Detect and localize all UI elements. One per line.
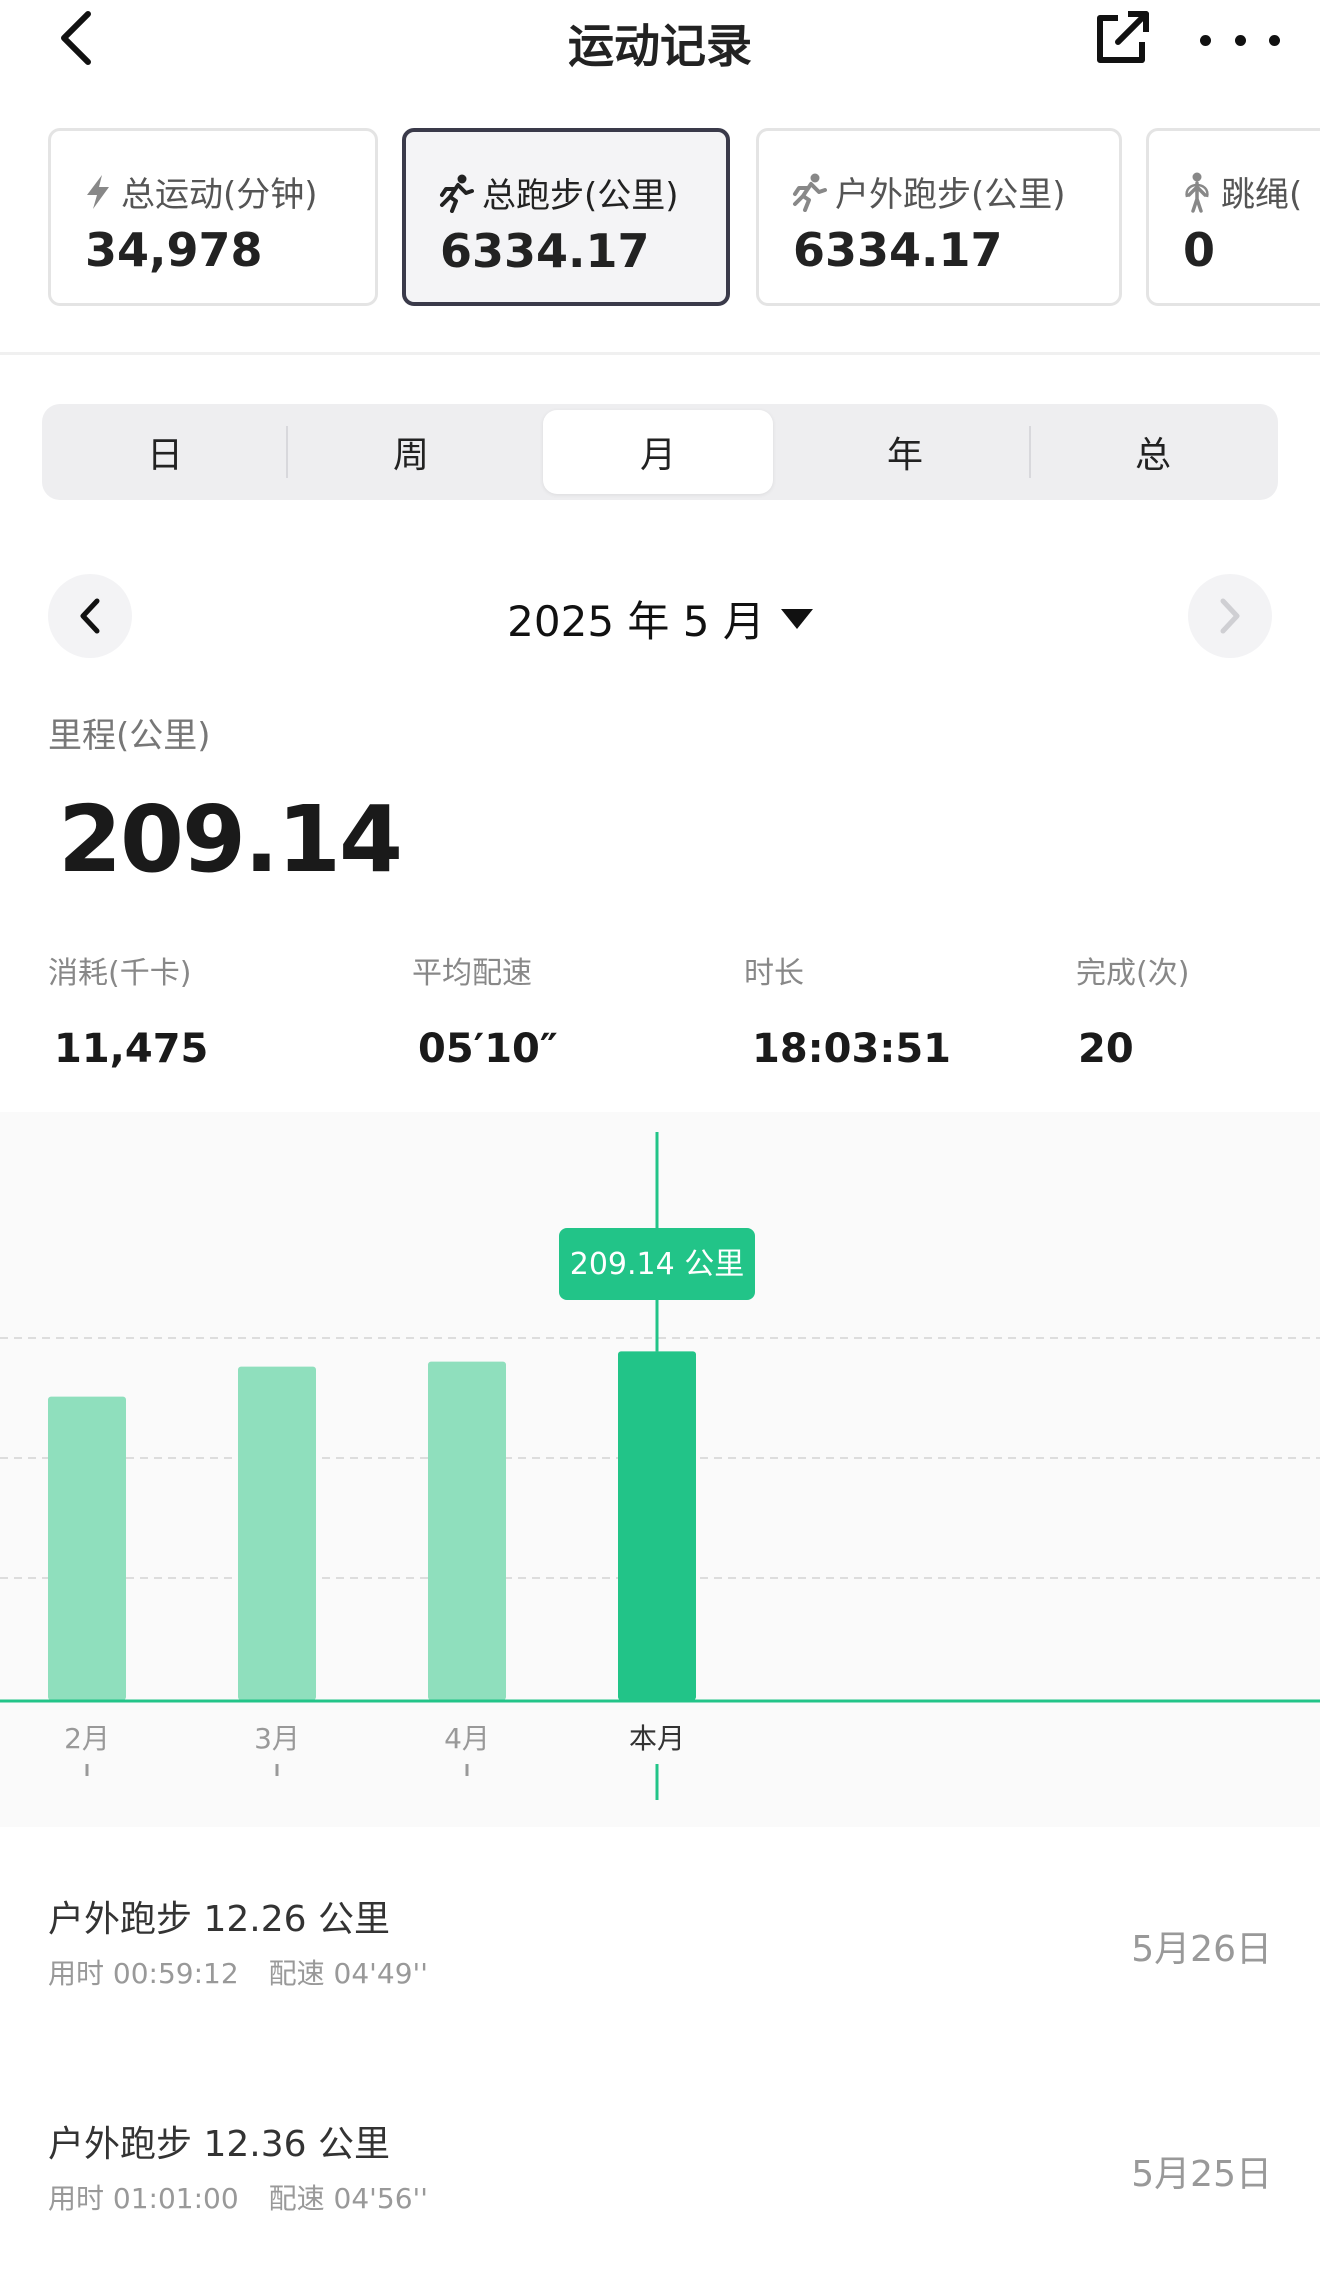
chart-bar [48,1396,126,1700]
more-dot [1269,34,1280,46]
activity-subtitle: 用时 01:01:00 配速 04'56'' [48,2177,428,2217]
card-value: 6334.17 [440,224,650,278]
month-picker[interactable]: 2025 年 5 月 [0,588,1320,649]
segment-separator [1029,426,1031,478]
activity-title: 户外跑步 12.26 公里 [48,1899,390,1940]
chart-bar [428,1361,506,1700]
stat-label: 消耗(千卡) [48,956,192,991]
x-tick-label: 本月 [629,1722,685,1755]
stat-avg-pace: 平均配速 05′10″ [412,948,558,1072]
card-label: 总运动(分钟) [83,167,318,216]
tooltip-label: 209.14 公里 [570,1247,745,1282]
lightning-icon [87,174,109,209]
chart-bar [238,1366,316,1700]
more-button[interactable] [1200,8,1280,72]
activity-date: 5月25日 [1131,2154,1272,2195]
tab-week[interactable]: 周 [296,410,526,494]
card-total-exercise[interactable]: 总运动(分钟) 34,978 [48,128,378,306]
activity-item[interactable]: 户外跑步 12.36 公里 用时 01:01:00 配速 04'56'' 5月25… [0,2115,1320,2265]
tab-total[interactable]: 总 [1038,410,1268,494]
stat-value: 20 [1078,1026,1134,1072]
stat-label: 时长 [744,956,804,991]
month-picker-label: 2025 年 5 月 [507,597,765,646]
section-divider [0,352,1320,355]
summary-cards: 总运动(分钟) 34,978 总跑步(公里) 6334.17 户外跑步(公里) … [48,128,1320,308]
x-tick-label: 2月 [64,1722,110,1755]
card-label: 总跑步(公里) [438,168,679,217]
activity-title: 户外跑步 12.36 公里 [48,2124,390,2165]
stat-label: 完成(次) [1076,956,1190,991]
stat-calories: 消耗(千卡) 11,475 [48,948,208,1072]
tab-year[interactable]: 年 [790,410,1020,494]
mileage-label: 里程(公里) [48,716,211,756]
share-button[interactable] [1092,8,1156,72]
next-month-button[interactable] [1188,574,1272,658]
period-segmented-control: 日 周 月 年 总 [42,404,1278,500]
segment-separator [286,426,288,478]
card-value: 34,978 [85,223,263,277]
activity-duration: 用时 00:59:12 [48,1957,239,1990]
activity-duration: 用时 01:01:00 [48,2182,239,2215]
card-jump-rope[interactable]: 跳绳( 0 [1146,128,1320,306]
chart-bar [618,1351,696,1700]
chevron-right-icon [1220,598,1240,634]
card-label: 跳绳( [1181,167,1302,216]
runner-icon [440,174,474,213]
stat-value: 18:03:51 [752,1026,951,1072]
tab-month[interactable]: 月 [543,410,773,494]
stat-value: 11,475 [54,1026,209,1072]
stat-value: 05′10″ [418,1026,558,1072]
x-tick-label: 4月 [444,1722,490,1755]
card-value: 6334.17 [793,223,1003,277]
card-value: 0 [1183,223,1216,277]
card-label: 户外跑步(公里) [791,167,1066,216]
mileage-value: 209.14 [58,786,403,893]
activity-subtitle: 用时 00:59:12 配速 04'49'' [48,1952,428,1992]
tab-day[interactable]: 日 [50,410,280,494]
chart-canvas: 2月 3月 4月 本月 209.14 公里 [0,1112,1320,1827]
card-total-running[interactable]: 总跑步(公里) 6334.17 [402,128,730,306]
activity-date: 5月26日 [1131,1929,1272,1970]
caret-down-icon [780,608,813,629]
x-tick-label: 3月 [254,1722,300,1755]
activity-pace: 配速 04'49'' [268,1957,428,1990]
share-icon [1097,11,1149,63]
app-header: 运动记录 [0,0,1320,80]
more-dot [1200,34,1211,46]
activity-pace: 配速 04'56'' [268,2182,428,2215]
stat-count: 完成(次) 20 [1076,948,1189,1072]
jump-rope-icon [1185,172,1209,213]
monthly-mileage-chart[interactable]: 2月 3月 4月 本月 209.14 公里 [0,1112,1320,1827]
activity-item[interactable]: 户外跑步 12.26 公里 用时 00:59:12 配速 04'49'' 5月26… [0,1890,1320,2040]
card-outdoor-running[interactable]: 户外跑步(公里) 6334.17 [756,128,1122,306]
stat-label: 平均配速 [412,956,532,991]
more-dot [1234,34,1246,46]
stat-duration: 时长 18:03:51 [744,948,951,1072]
outdoor-runner-icon [793,173,827,212]
